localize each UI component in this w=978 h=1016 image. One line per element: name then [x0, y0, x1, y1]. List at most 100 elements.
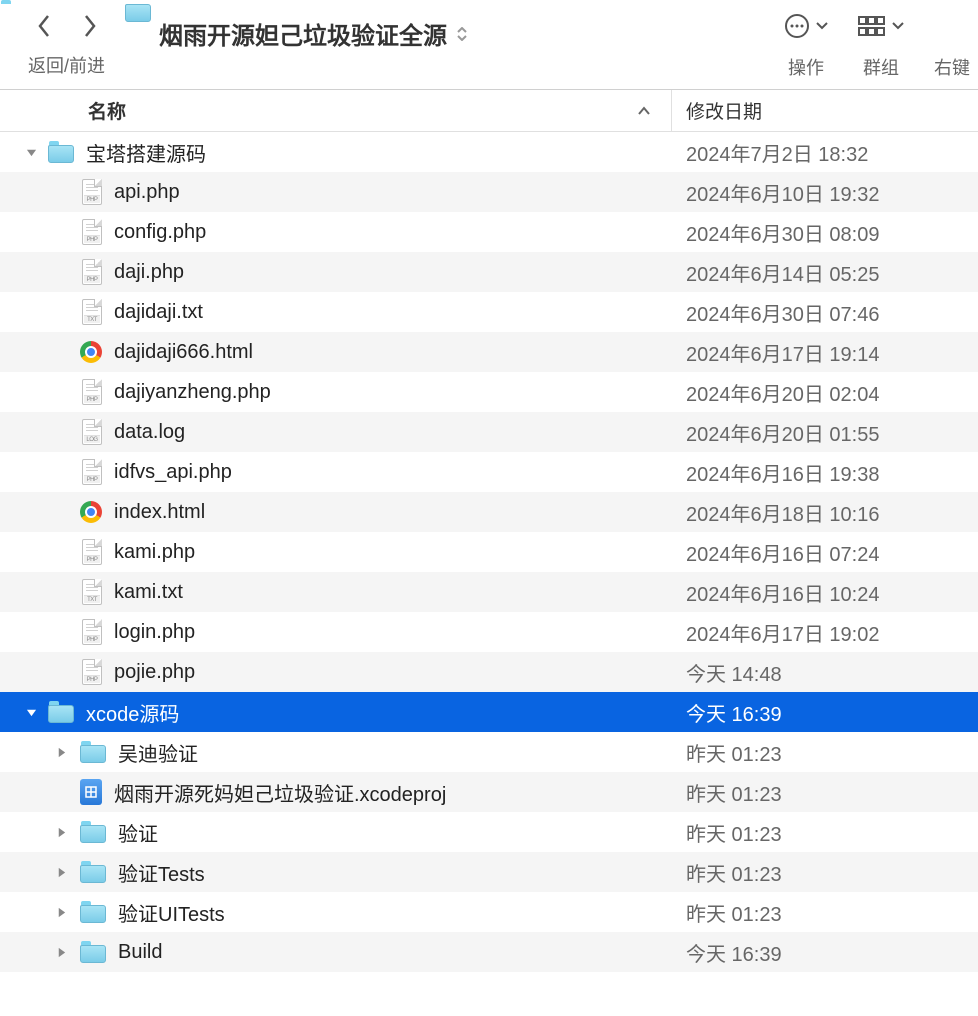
file-row[interactable]: TXTkami.txt2024年6月16日 10:24 — [0, 572, 978, 612]
php-file-icon: PHP — [80, 379, 102, 405]
sort-indicator-icon — [637, 100, 651, 122]
folder-icon — [80, 901, 106, 923]
file-row[interactable]: PHPconfig.php2024年6月30日 08:09 — [0, 212, 978, 252]
name-cell: PHPkami.php — [0, 532, 672, 572]
date-cell: 2024年6月17日 19:02 — [672, 618, 978, 647]
date-cell: 昨天 01:23 — [672, 738, 978, 767]
file-date: 昨天 01:23 — [686, 904, 782, 926]
file-name: kami.txt — [114, 581, 183, 604]
xcodeproj-icon — [80, 779, 102, 805]
context-menu[interactable]: 右键 — [934, 12, 970, 80]
php-file-icon: PHP — [80, 619, 102, 645]
disclosure-triangle[interactable] — [24, 145, 38, 159]
file-name: kami.php — [114, 541, 195, 564]
file-row[interactable]: 验证Tests昨天 01:23 — [0, 852, 978, 892]
file-row[interactable]: PHPlogin.php2024年6月17日 19:02 — [0, 612, 978, 652]
name-cell: PHPdajiyanzheng.php — [0, 372, 672, 412]
file-row[interactable]: index.html2024年6月18日 10:16 — [0, 492, 978, 532]
php-file-icon: PHP — [80, 259, 102, 285]
file-row[interactable]: 验证昨天 01:23 — [0, 812, 978, 852]
column-name-label: 名称 — [88, 97, 126, 124]
file-row[interactable]: 宝塔搭建源码 2024年7月2日 18:32 — [0, 132, 978, 172]
name-cell: 烟雨开源死妈妲己垃圾验证.xcodeproj — [0, 772, 672, 812]
folder-icon — [80, 821, 106, 843]
date-cell: 昨天 01:23 — [672, 858, 978, 887]
file-row[interactable]: Build今天 16:39 — [0, 932, 978, 972]
group-label: 群组 — [863, 54, 899, 80]
action-label: 操作 — [788, 54, 824, 80]
file-row[interactable]: PHPkami.php2024年6月16日 07:24 — [0, 532, 978, 572]
disclosure-triangle[interactable] — [54, 865, 68, 879]
disclosure-triangle[interactable] — [54, 945, 68, 959]
date-cell: 昨天 01:23 — [672, 898, 978, 927]
disclosure-triangle[interactable] — [54, 905, 68, 919]
name-cell: TXTdajidaji.txt — [0, 292, 672, 332]
file-row[interactable]: dajidaji666.html2024年6月17日 19:14 — [0, 332, 978, 372]
file-row[interactable]: xcode源码 今天 16:39 — [0, 692, 978, 732]
name-cell: 验证Tests — [0, 852, 672, 892]
date-cell: 昨天 01:23 — [672, 778, 978, 807]
forward-button[interactable] — [76, 12, 104, 40]
date-cell: 2024年6月20日 02:04 — [672, 378, 978, 407]
date-cell: 今天 16:39 — [672, 938, 978, 967]
name-cell: PHPlogin.php — [0, 612, 672, 652]
file-row[interactable]: PHPpojie.php今天 14:48 — [0, 652, 978, 692]
file-row[interactable]: 吴迪验证昨天 01:23 — [0, 732, 978, 772]
file-name: xcode源码 — [86, 698, 179, 727]
file-row[interactable]: PHPdajiyanzheng.php 2024年6月20日 02:04 — [0, 372, 978, 412]
file-row[interactable]: PHPapi.php2024年6月10日 19:32 — [0, 172, 978, 212]
file-row[interactable]: TXTdajidaji.txt2024年6月30日 07:46 — [0, 292, 978, 332]
html-file-icon — [80, 499, 102, 525]
group-menu[interactable]: 群组 — [858, 12, 904, 80]
folder-title: 烟雨开源妲己垃圾验证全源 — [159, 16, 447, 51]
column-name[interactable]: 名称 — [0, 90, 672, 131]
name-cell: TXTkami.txt — [0, 572, 672, 612]
file-date: 2024年6月20日 02:04 — [686, 384, 879, 406]
date-cell: 2024年6月10日 19:32 — [672, 178, 978, 207]
date-cell: 2024年7月2日 18:32 — [672, 138, 978, 167]
date-cell: 今天 14:48 — [672, 658, 978, 687]
disclosure-triangle[interactable] — [24, 705, 38, 719]
file-row[interactable]: 烟雨开源死妈妲己垃圾验证.xcodeproj 昨天 01:23 — [0, 772, 978, 812]
chevron-down-icon — [816, 22, 828, 30]
file-name: 宝塔搭建源码 — [86, 138, 206, 167]
back-button[interactable] — [30, 12, 58, 40]
file-date: 2024年6月18日 10:16 — [686, 504, 879, 526]
date-cell: 今天 16:39 — [672, 698, 978, 727]
file-date: 2024年6月10日 19:32 — [686, 184, 879, 206]
disclosure-triangle[interactable] — [54, 825, 68, 839]
file-date: 2024年6月16日 19:38 — [686, 464, 879, 486]
folder-icon — [48, 141, 74, 163]
file-row[interactable]: 验证UITests昨天 01:23 — [0, 892, 978, 932]
path-control[interactable]: 烟雨开源妲己垃圾验证全源 — [125, 16, 754, 51]
php-file-icon: PHP — [80, 459, 102, 485]
path-chevrons-icon — [457, 27, 467, 41]
group-icon — [858, 16, 886, 36]
file-name: config.php — [114, 221, 206, 244]
file-list: 宝塔搭建源码 2024年7月2日 18:32 PHPapi.php2024年6月10… — [0, 132, 978, 972]
file-date: 2024年6月14日 05:25 — [686, 264, 879, 286]
file-date: 昨天 01:23 — [686, 784, 782, 806]
file-row[interactable]: LOGdata.log 2024年6月20日 01:55 — [0, 412, 978, 452]
file-row[interactable]: PHPidfvs_api.php2024年6月16日 19:38 — [0, 452, 978, 492]
file-date: 2024年6月20日 01:55 — [686, 424, 879, 446]
file-name: 验证 — [118, 818, 158, 847]
date-cell: 2024年6月16日 19:38 — [672, 458, 978, 487]
date-cell: 2024年6月16日 07:24 — [672, 538, 978, 567]
name-cell: LOGdata.log — [0, 412, 672, 452]
folder-icon — [125, 23, 151, 45]
file-date: 今天 16:39 — [686, 704, 782, 726]
file-name: dajidaji666.html — [114, 341, 253, 364]
file-date: 今天 14:48 — [686, 664, 782, 686]
date-cell: 2024年6月20日 01:55 — [672, 418, 978, 447]
file-date: 2024年7月2日 18:32 — [686, 144, 868, 166]
date-cell: 2024年6月18日 10:16 — [672, 498, 978, 527]
disclosure-triangle[interactable] — [54, 745, 68, 759]
file-name: daji.php — [114, 261, 184, 284]
html-file-icon — [80, 339, 102, 365]
file-row[interactable]: PHP daji.php 2024年6月14日 05:25 — [0, 252, 978, 292]
chevron-down-icon — [892, 22, 904, 30]
txt-file-icon: TXT — [80, 299, 102, 325]
action-menu[interactable]: 操作 — [784, 12, 828, 80]
column-date[interactable]: 修改日期 — [672, 97, 978, 124]
